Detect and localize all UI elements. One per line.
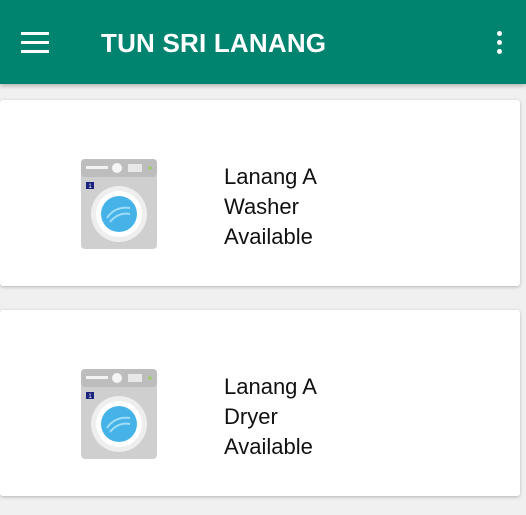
washing-machine-icon: 1 <box>81 159 157 249</box>
hamburger-menu-icon[interactable] <box>14 24 56 60</box>
more-vertical-icon[interactable] <box>484 24 514 60</box>
machine-info: Lanang A Washer Available <box>224 162 317 252</box>
machine-name: Lanang A <box>224 164 317 189</box>
machine-card-washer[interactable]: 1 Lanang A Washer Available <box>0 100 520 286</box>
machine-status: Available <box>224 434 313 459</box>
machine-type: Dryer <box>224 404 278 429</box>
machine-card-dryer[interactable]: 1 Lanang A Dryer Available <box>0 310 520 496</box>
app-bar: TUN SRI LANANG <box>0 0 526 84</box>
machine-type: Washer <box>224 194 299 219</box>
washing-machine-icon: 1 <box>81 369 157 459</box>
machine-status: Available <box>224 224 313 249</box>
app-title: TUN SRI LANANG <box>101 28 327 58</box>
machine-name: Lanang A <box>224 374 317 399</box>
machine-info: Lanang A Dryer Available <box>224 372 317 462</box>
